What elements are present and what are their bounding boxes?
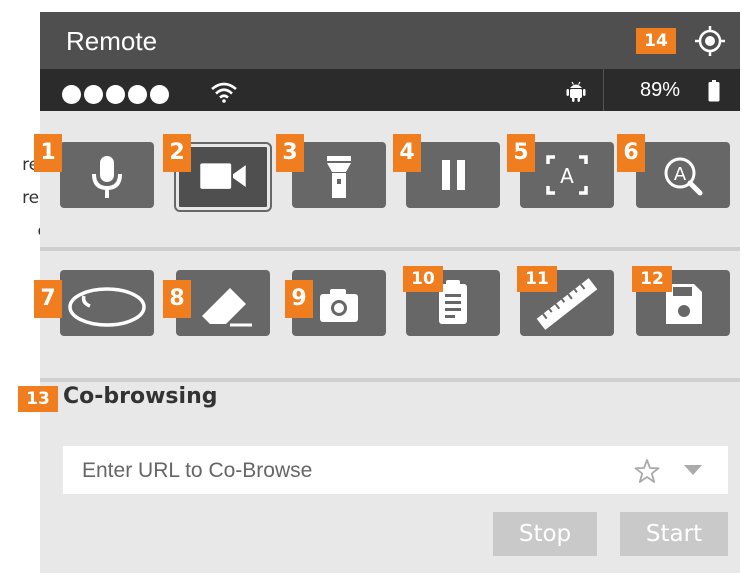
background-text: res bbox=[22, 188, 40, 208]
callout-badge-11: 11 bbox=[517, 266, 557, 292]
signal-dot bbox=[106, 85, 125, 104]
text-search-icon: A bbox=[664, 157, 703, 196]
signal-dot bbox=[62, 85, 81, 104]
text-search-button[interactable]: A bbox=[636, 142, 730, 208]
callout-badge-8: 8 bbox=[163, 280, 191, 318]
panel-title: Remote bbox=[66, 26, 158, 56]
callout-badge-12: 12 bbox=[632, 266, 672, 292]
title-bar: Remote 14 bbox=[40, 12, 740, 69]
signal-strength-dots bbox=[62, 85, 172, 109]
android-icon bbox=[566, 81, 586, 102]
microphone-icon bbox=[92, 156, 122, 198]
battery-icon bbox=[708, 80, 720, 102]
callout-badge-13: 13 bbox=[18, 386, 58, 412]
callout-badge-1: 1 bbox=[34, 134, 62, 172]
svg-text:A: A bbox=[674, 164, 687, 185]
lasso-button[interactable] bbox=[60, 270, 154, 336]
chevron-down-icon[interactable] bbox=[684, 465, 702, 475]
device-status-bar: 89% bbox=[40, 69, 740, 111]
url-input[interactable] bbox=[63, 446, 644, 496]
signal-dot bbox=[84, 85, 103, 104]
row-divider bbox=[40, 247, 740, 251]
callout-badge-7: 7 bbox=[34, 280, 62, 318]
svg-text:A: A bbox=[560, 164, 574, 188]
microphone-button[interactable] bbox=[60, 142, 154, 208]
video-camera-icon bbox=[200, 163, 246, 189]
wifi-icon bbox=[211, 82, 237, 103]
flashlight-button[interactable] bbox=[292, 142, 386, 208]
crosshair-icon[interactable] bbox=[694, 25, 726, 57]
battery-percentage: 89% bbox=[640, 79, 681, 101]
section-divider bbox=[40, 378, 740, 382]
callout-badge-2: 2 bbox=[163, 134, 191, 172]
callout-badge-5: 5 bbox=[507, 134, 535, 172]
url-field-container bbox=[63, 446, 728, 496]
signal-dot bbox=[150, 85, 169, 104]
star-icon[interactable] bbox=[634, 458, 660, 484]
stop-button[interactable]: Stop bbox=[493, 512, 597, 556]
signal-dot bbox=[128, 85, 147, 104]
status-separator bbox=[603, 69, 604, 111]
start-button[interactable]: Start bbox=[620, 512, 728, 556]
callout-badge-6: 6 bbox=[617, 134, 645, 172]
callout-badge-10: 10 bbox=[403, 266, 443, 292]
callout-badge-14: 14 bbox=[636, 28, 676, 54]
lasso-icon bbox=[68, 287, 146, 327]
flashlight-icon bbox=[327, 156, 351, 198]
callout-badge-9: 9 bbox=[285, 280, 313, 318]
callout-badge-4: 4 bbox=[393, 134, 421, 172]
cobrowsing-title: Co-browsing bbox=[63, 384, 218, 409]
callout-badge-3: 3 bbox=[276, 134, 304, 172]
